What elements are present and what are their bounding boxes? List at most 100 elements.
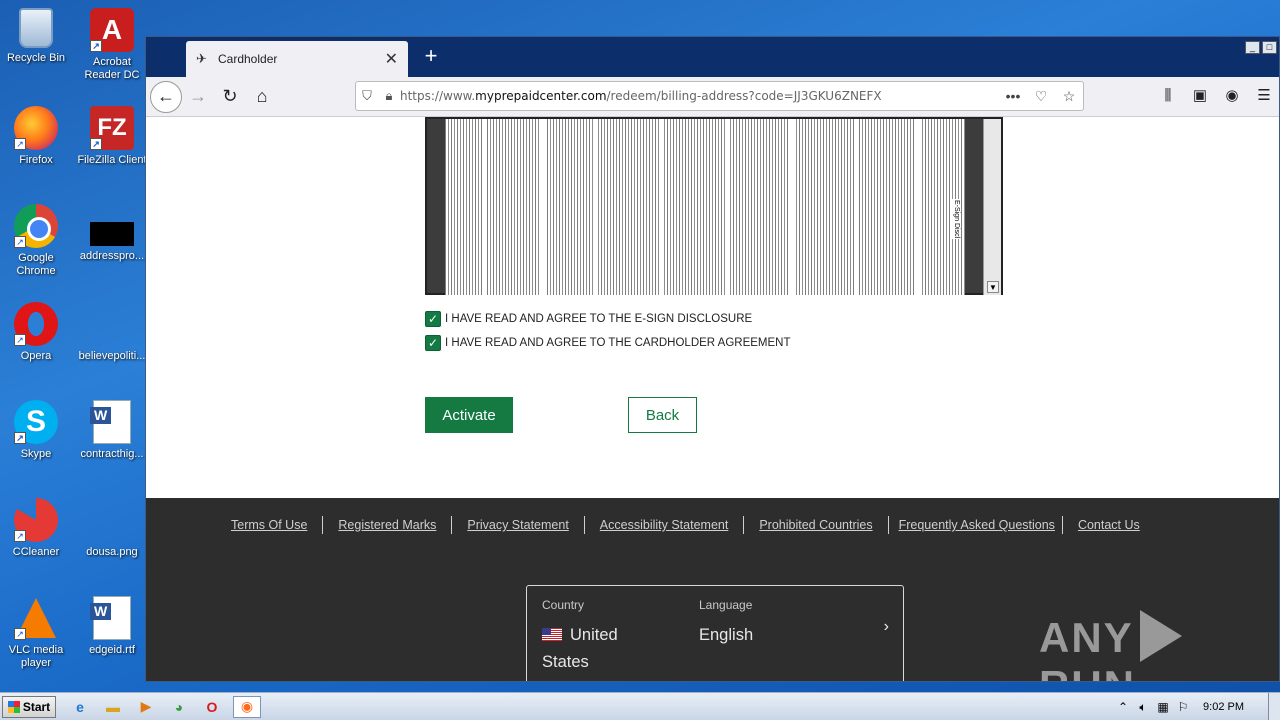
scroll-down-arrow-icon[interactable]: ▼ (987, 281, 999, 293)
esign-agree-label: I HAVE READ AND AGREE TO THE E-SIGN DISC… (445, 313, 753, 325)
desktop-icon-label: Recycle Bin (6, 52, 66, 64)
document-heading: E-Sign Discl (952, 199, 961, 240)
lock-icon[interactable]: 🔒︎ (378, 88, 400, 104)
file-icon (90, 222, 134, 246)
star-icon[interactable]: ☆ (1055, 88, 1083, 105)
shortcut-arrow-icon: ↗ (14, 432, 26, 444)
new-tab-button[interactable]: + (416, 43, 446, 69)
word-glyph: W (90, 603, 112, 620)
desktop-icon-label: dousa.png (86, 546, 138, 558)
desktop-icon-chrome[interactable]: ↗ Google Chrome (0, 204, 72, 278)
anyrun-watermark: ANYRUN (1039, 610, 1279, 681)
footer-link-registered-marks[interactable]: Registered Marks (323, 518, 451, 532)
desktop-icon-label: Opera (20, 350, 52, 362)
taskbar-chrome-icon[interactable]: ◕ (167, 696, 191, 718)
desktop-icon-label: Firefox (19, 154, 53, 166)
footer-link-faq[interactable]: Frequently Asked Questions (889, 518, 1062, 532)
more-dots-icon[interactable]: ••• (999, 88, 1027, 104)
language-label: Language (699, 598, 753, 612)
desktop-icon-dousa[interactable]: dousa.png (76, 498, 148, 559)
desktop-icon-vlc[interactable]: ↗ VLC media player (0, 596, 72, 670)
language-value: English (699, 626, 754, 644)
desktop-icon-ccleaner[interactable]: ↗ CCleaner (0, 498, 72, 559)
desktop-icon-opera[interactable]: ↗ Opera (0, 302, 72, 363)
network-icon[interactable]: ▦ (1153, 700, 1173, 714)
cardholder-agree-row[interactable]: ✓ I HAVE READ AND AGREE TO THE CARDHOLDE… (425, 335, 791, 351)
shortcut-arrow-icon: ↗ (14, 236, 26, 248)
back-page-button[interactable]: Back (628, 397, 697, 433)
page-content: E-Sign Discl ▼ ✓ I HAVE READ AND AGREE T… (146, 117, 1279, 681)
esign-disclosure-viewer[interactable]: E-Sign Discl ▼ (425, 117, 1003, 295)
desktop-icon-label: Skype (20, 448, 52, 460)
back-button[interactable]: ← (150, 80, 182, 113)
taskbar-opera-icon[interactable]: O (200, 696, 224, 718)
tab-cardholder[interactable]: ✈ Cardholder ✕ (186, 41, 408, 77)
sidebar-icon[interactable]: ▣ (1188, 83, 1212, 109)
desktop-icon-acrobat[interactable]: A ↗ Acrobat Reader DC (76, 8, 148, 82)
chevron-right-icon: › (883, 618, 889, 635)
back-arrow-icon: ← (157, 86, 175, 106)
shield-icon[interactable]: ⛉ (356, 88, 378, 104)
maximize-button[interactable]: □ (1262, 41, 1277, 54)
footer-link-privacy-statement[interactable]: Privacy Statement (452, 518, 583, 532)
url-bar[interactable]: ⛉ 🔒︎ https://www.myprepaidcenter.com/red… (355, 81, 1084, 111)
desktop-icon-label: contracthig... (80, 448, 144, 460)
word-document-icon: W (90, 596, 131, 640)
minimize-button[interactable]: _ (1245, 41, 1260, 54)
taskbar-explorer-icon[interactable]: ▬ (101, 696, 125, 718)
home-icon: ⌂ (256, 86, 268, 106)
us-flag-icon (542, 628, 562, 641)
clock[interactable]: 9:02 PM (1203, 701, 1244, 713)
word-document-icon: W (90, 400, 131, 444)
desktop-icon-edgeid[interactable]: W edgeid.rtf (76, 596, 148, 657)
desktop-icon-addresspro[interactable]: addresspro... (76, 204, 148, 263)
show-desktop-button[interactable] (1268, 693, 1280, 720)
footer-link-accessibility-statement[interactable]: Accessibility Statement (585, 518, 744, 532)
tab-close-icon[interactable]: ✕ (385, 49, 398, 69)
desktop-icon-believepoliti[interactable]: believepoliti... (76, 302, 148, 363)
volume-icon[interactable]: 🔈︎ (1133, 700, 1153, 715)
esign-checkbox[interactable]: ✓ (425, 311, 441, 327)
action-center-flag-icon[interactable]: ⚐ (1173, 700, 1193, 714)
url-text[interactable]: https://www.myprepaidcenter.com/redeem/b… (400, 89, 999, 103)
taskbar-ie-icon[interactable]: e (68, 696, 92, 718)
desktop-icon-label: CCleaner (12, 546, 60, 558)
account-icon[interactable]: ◉ (1220, 83, 1244, 109)
shortcut-arrow-icon: ↗ (14, 628, 26, 640)
taskbar-firefox-icon[interactable]: ◉ (233, 695, 261, 718)
desktop-icon-label: edgeid.rtf (89, 644, 135, 656)
shortcut-arrow-icon: ↗ (14, 138, 26, 150)
tab-bar-padding (146, 37, 186, 77)
reload-button[interactable]: ↻ (214, 81, 246, 113)
tray-expand-icon[interactable]: ⌃ (1113, 700, 1133, 714)
home-button[interactable]: ⌂ (246, 81, 278, 113)
window-controls: _ □ (1245, 41, 1277, 54)
site-favicon-icon: ✈ (196, 51, 207, 66)
desktop-icon-firefox[interactable]: ↗ Firefox (0, 106, 72, 167)
url-host: myprepaidcenter.com (475, 89, 607, 103)
pocket-icon[interactable]: ♡ (1027, 88, 1055, 105)
taskbar-media-player-icon[interactable]: ▶ (134, 696, 158, 718)
document-text-lines (445, 119, 965, 295)
forward-arrow-icon: → (189, 86, 207, 106)
watermark-text-left: ANY (1039, 614, 1134, 661)
activate-button[interactable]: Activate (425, 397, 513, 433)
footer-link-contact-us[interactable]: Contact Us (1063, 518, 1155, 532)
hamburger-menu-icon[interactable]: ☰ (1252, 83, 1276, 109)
desktop-icon-contracthig[interactable]: W contracthig... (76, 400, 148, 461)
desktop-icon-filezilla[interactable]: FZ ↗ FileZilla Client (76, 106, 148, 167)
desktop-icon-skype[interactable]: S ↗ Skype (0, 400, 72, 461)
skype-glyph: S (25, 405, 46, 438)
watermark-text-right: RUN (1039, 662, 1136, 681)
footer-link-prohibited-countries[interactable]: Prohibited Countries (744, 518, 887, 532)
taskbar: Start e ▬ ▶ ◕ O ◉ ⌃ 🔈︎ ▦ ⚐ 9:02 PM (0, 692, 1280, 720)
cardholder-checkbox[interactable]: ✓ (425, 335, 441, 351)
desktop-icon-recycle-bin[interactable]: Recycle Bin (0, 8, 72, 65)
document-scrollbar[interactable]: ▼ (983, 119, 1001, 295)
locale-selector[interactable]: Country United States Language English › (526, 585, 904, 681)
start-button[interactable]: Start (2, 695, 56, 718)
footer-link-terms-of-use[interactable]: Terms Of Use (216, 518, 322, 532)
library-icon[interactable]: ⫼ (1156, 83, 1180, 109)
forward-button[interactable]: → (182, 81, 214, 113)
esign-agree-row[interactable]: ✓ I HAVE READ AND AGREE TO THE E-SIGN DI… (425, 311, 752, 327)
